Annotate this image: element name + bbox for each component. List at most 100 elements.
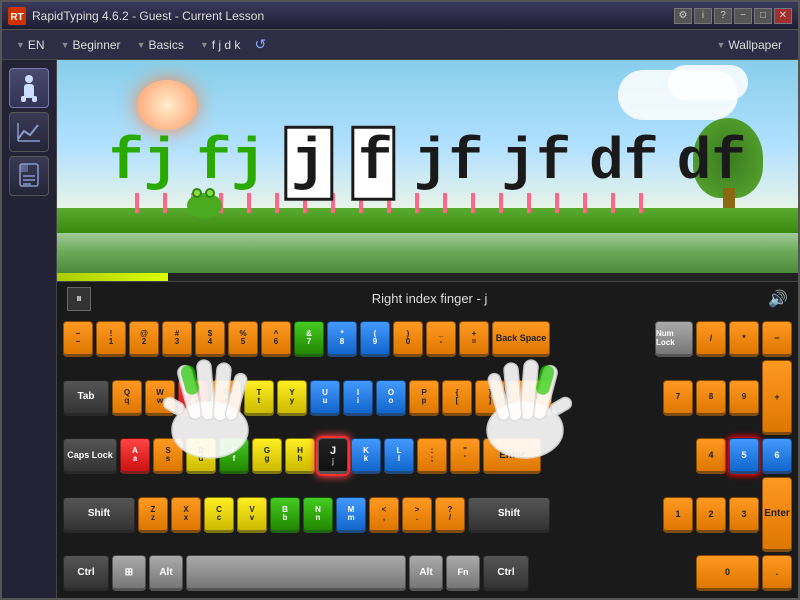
- key-t[interactable]: Tt: [244, 380, 274, 416]
- key-8[interactable]: *8: [327, 321, 357, 357]
- sidebar-stats-btn[interactable]: [9, 112, 49, 152]
- key-w[interactable]: Ww: [145, 380, 175, 416]
- key-r[interactable]: Rr: [211, 380, 241, 416]
- key-e[interactable]: Ee: [178, 380, 208, 416]
- key-comma[interactable]: <,: [369, 497, 399, 533]
- key-a[interactable]: Aa: [120, 438, 150, 474]
- key-k[interactable]: Kk: [351, 438, 381, 474]
- key-x[interactable]: Xx: [171, 497, 201, 533]
- key-q[interactable]: Qq: [112, 380, 142, 416]
- key-j[interactable]: J j: [318, 438, 348, 474]
- key-num-4[interactable]: 4: [696, 438, 726, 474]
- key-2[interactable]: @2: [129, 321, 159, 357]
- close-btn[interactable]: ✕: [774, 8, 792, 24]
- key-7[interactable]: &7: [294, 321, 324, 357]
- key-d[interactable]: Dd: [186, 438, 216, 474]
- key-0[interactable]: )0: [393, 321, 423, 357]
- refresh-button[interactable]: ↺: [250, 34, 270, 55]
- key-num-7[interactable]: 7: [663, 380, 693, 416]
- lesson-group-menu[interactable]: ▼ Basics: [131, 36, 190, 54]
- key-tab[interactable]: Tab: [63, 380, 109, 416]
- key-num-plus[interactable]: +: [762, 360, 792, 435]
- key-equals[interactable]: +=: [459, 321, 489, 357]
- key-num-5[interactable]: 5: [729, 438, 759, 474]
- pause-button[interactable]: ⏸: [67, 287, 91, 311]
- key-fn[interactable]: Fn: [446, 555, 480, 591]
- key-v[interactable]: Vv: [237, 497, 267, 533]
- title-bar: RT RapidTyping 4.6.2 - Guest - Current L…: [2, 2, 798, 30]
- key-num-1[interactable]: 1: [663, 497, 693, 533]
- wallpaper-button[interactable]: ▼ Wallpaper: [709, 36, 791, 54]
- key-4[interactable]: $4: [195, 321, 225, 357]
- language-menu[interactable]: ▼ EN: [10, 36, 51, 54]
- key-period[interactable]: >.: [402, 497, 432, 533]
- key-f[interactable]: Ff: [219, 438, 249, 474]
- volume-icon[interactable]: 🔊: [768, 289, 788, 309]
- key-space[interactable]: [186, 555, 406, 591]
- key-numlock[interactable]: Num Lock: [655, 321, 693, 357]
- key-h[interactable]: Hh: [285, 438, 315, 474]
- key-num-6[interactable]: 6: [762, 438, 792, 474]
- key-o[interactable]: Oo: [376, 380, 406, 416]
- key-slash[interactable]: ?/: [435, 497, 465, 533]
- maximize-btn[interactable]: □: [754, 8, 772, 24]
- info-btn[interactable]: i: [694, 8, 712, 24]
- key-minus[interactable]: −−: [63, 321, 93, 357]
- key-capslock[interactable]: Caps Lock: [63, 438, 117, 474]
- key-num-div[interactable]: /: [696, 321, 726, 357]
- key-3[interactable]: #3: [162, 321, 192, 357]
- key-ctrl-right[interactable]: Ctrl: [483, 555, 529, 591]
- key-num-dot[interactable]: .: [762, 555, 792, 591]
- key-5[interactable]: %5: [228, 321, 258, 357]
- lesson-menu[interactable]: ▼ f j d k: [194, 36, 247, 54]
- key-l[interactable]: Ll: [384, 438, 414, 474]
- key-shift-left[interactable]: Shift: [63, 497, 135, 533]
- key-num-2[interactable]: 2: [696, 497, 726, 533]
- key-6[interactable]: ^6: [261, 321, 291, 357]
- key-1[interactable]: !1: [96, 321, 126, 357]
- key-c[interactable]: Cc: [204, 497, 234, 533]
- key-p[interactable]: Pp: [409, 380, 439, 416]
- key-num-9[interactable]: 9: [729, 380, 759, 416]
- key-g[interactable]: Gg: [252, 438, 282, 474]
- key-y[interactable]: Yy: [277, 380, 307, 416]
- sidebar-lessons-btn[interactable]: [9, 156, 49, 196]
- keyboard-row-1: −− !1 @2 #3 $4 %5 ^6 &7 *8 (9 )0 _- += B…: [63, 321, 792, 357]
- key-backslash[interactable]: |\: [508, 380, 552, 416]
- settings-btn[interactable]: ⚙: [674, 8, 692, 24]
- keyboard-row-4: Shift Zz Xx Cc Vv Bb Nn Mm <, >. ?/ Shif…: [63, 477, 792, 552]
- key-m[interactable]: Mm: [336, 497, 366, 533]
- content-area: fj fj jf jf jf df df ⏸ Right index finge…: [2, 60, 798, 598]
- key-num-enter[interactable]: Enter: [762, 477, 792, 552]
- key-z[interactable]: Zz: [138, 497, 168, 533]
- key-alt-left[interactable]: Alt: [149, 555, 183, 591]
- char-6: df: [589, 130, 659, 195]
- key-backspace[interactable]: Back Space: [492, 321, 550, 357]
- key-num-8[interactable]: 8: [696, 380, 726, 416]
- key-num-minus[interactable]: −: [762, 321, 792, 357]
- key-9[interactable]: (9: [360, 321, 390, 357]
- key-s[interactable]: Ss: [153, 438, 183, 474]
- progress-bar-fill: [57, 273, 168, 281]
- key-num-mul[interactable]: *: [729, 321, 759, 357]
- key-b[interactable]: Bb: [270, 497, 300, 533]
- key-ctrl-left[interactable]: Ctrl: [63, 555, 109, 591]
- key-rbracket[interactable]: }]: [475, 380, 505, 416]
- sidebar-typing-btn[interactable]: [9, 68, 49, 108]
- key-n[interactable]: Nn: [303, 497, 333, 533]
- level-menu[interactable]: ▼ Beginner: [55, 36, 127, 54]
- key-num-3[interactable]: 3: [729, 497, 759, 533]
- key-shift-right[interactable]: Shift: [468, 497, 550, 533]
- key-lbracket[interactable]: {[: [442, 380, 472, 416]
- key-u[interactable]: Uu: [310, 380, 340, 416]
- help-btn[interactable]: ?: [714, 8, 732, 24]
- key-quote[interactable]: "': [450, 438, 480, 474]
- key-num-0[interactable]: 0: [696, 555, 759, 591]
- key-win-left[interactable]: ⊞: [112, 555, 146, 591]
- key-semicolon[interactable]: :;: [417, 438, 447, 474]
- key-alt-right[interactable]: Alt: [409, 555, 443, 591]
- minimize-btn[interactable]: −: [734, 8, 752, 24]
- key-i[interactable]: Ii: [343, 380, 373, 416]
- key-dash[interactable]: _-: [426, 321, 456, 357]
- key-enter[interactable]: Enter: [483, 438, 541, 474]
